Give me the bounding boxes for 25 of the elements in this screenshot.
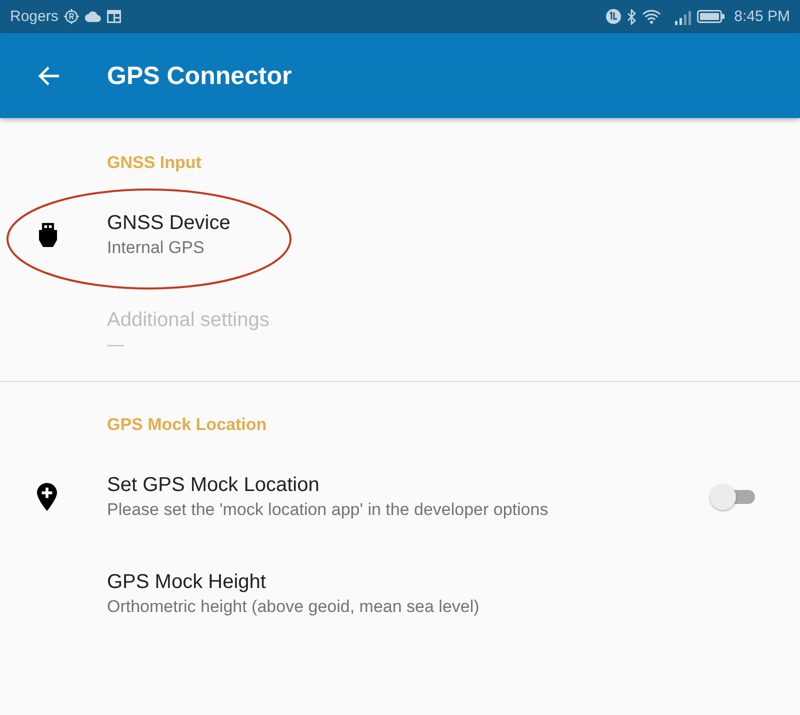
app-title: GPS Connector xyxy=(107,60,292,90)
cloud-icon xyxy=(85,11,102,22)
item-summary: Internal GPS xyxy=(107,237,204,259)
back-arrow-icon[interactable] xyxy=(38,66,60,86)
bluetooth-icon xyxy=(627,8,638,24)
status-time: 8:45 PM xyxy=(734,8,790,26)
pin-plus-icon xyxy=(37,483,57,511)
section-header: GPS Mock Location xyxy=(107,414,267,436)
toggle-switch[interactable] xyxy=(710,483,756,511)
connector-plug-icon xyxy=(37,222,59,248)
item-title: GNSS Device xyxy=(107,211,230,236)
battery-icon xyxy=(697,10,726,23)
circle-badge-icon xyxy=(605,8,622,25)
item-summary: Please set the 'mock location app' in the developer options xyxy=(107,499,548,521)
wifi-icon xyxy=(642,9,662,24)
item-title: Additional settings xyxy=(107,308,270,333)
item-title: Set GPS Mock Location xyxy=(107,473,320,498)
item-summary: — xyxy=(107,334,124,356)
item-title: GPS Mock Height xyxy=(107,570,266,595)
section-header: GNSS Input xyxy=(107,152,202,174)
window-icon xyxy=(107,10,122,23)
carrier-name: Rogers xyxy=(10,8,58,26)
item-summary: Orthometric height (above geoid, mean sea level) xyxy=(107,596,480,618)
signal-icon xyxy=(674,8,692,24)
crosshair-circle-icon xyxy=(64,9,80,24)
